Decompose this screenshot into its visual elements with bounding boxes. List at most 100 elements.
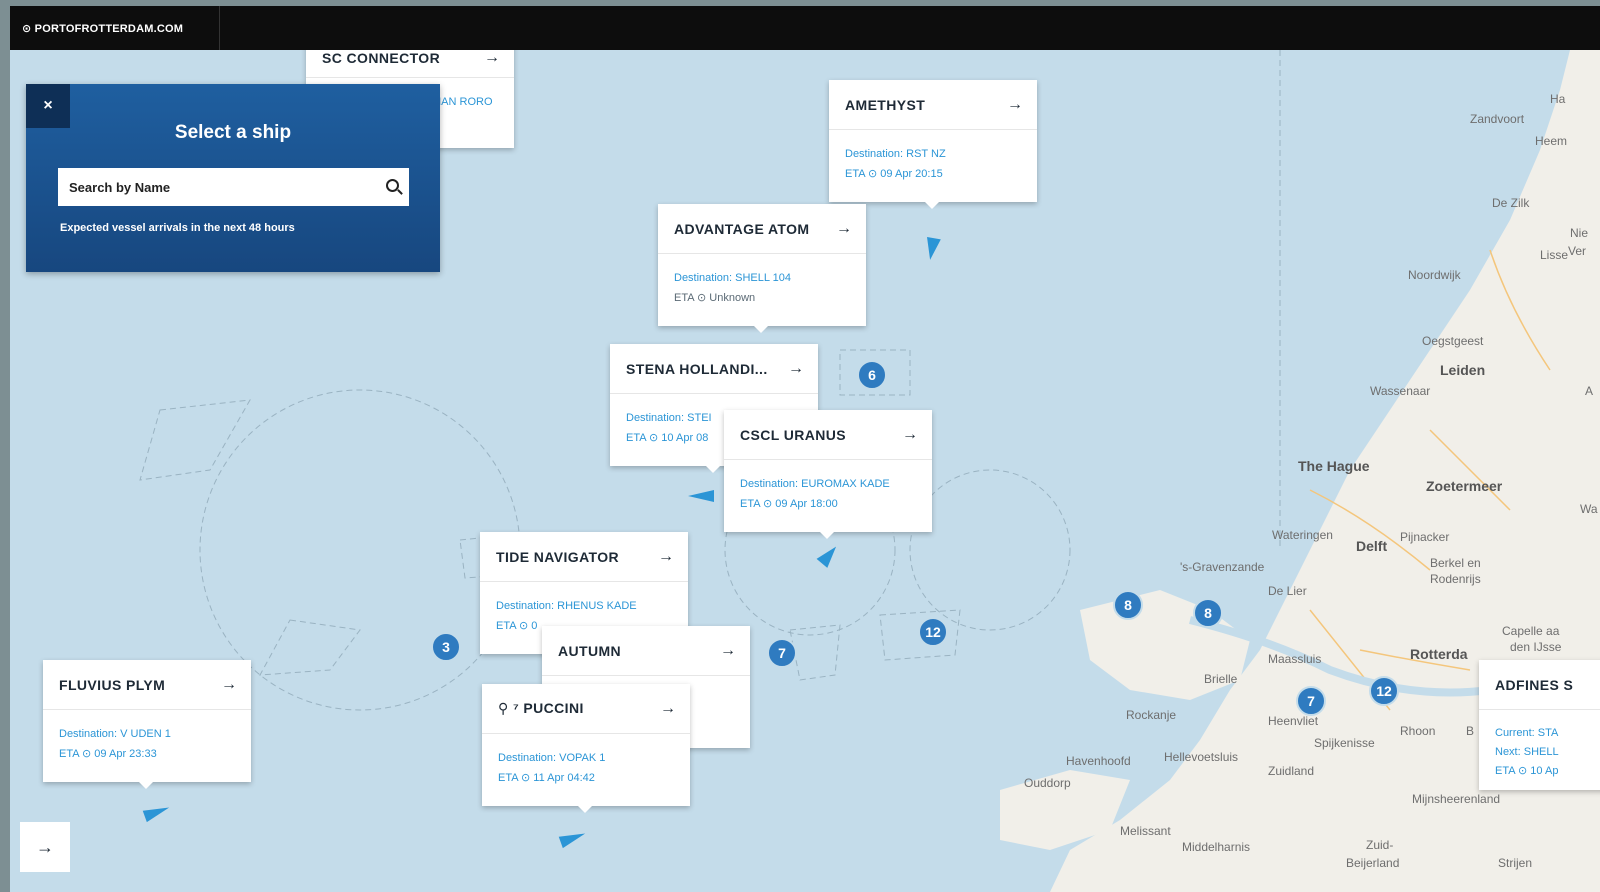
arrow-right-icon[interactable]: → (1007, 96, 1023, 114)
place-label: Ha (1550, 92, 1566, 106)
place-label: Noordwijk (1408, 268, 1461, 282)
ship-current: Current: STA (1495, 727, 1559, 739)
card-pointer (925, 202, 939, 209)
place-label: Lisse (1540, 248, 1569, 262)
search-input[interactable] (69, 179, 369, 195)
place-label: De Zilk (1492, 196, 1530, 210)
expand-button[interactable]: → (20, 822, 70, 872)
ship-name: TIDE NAVIGATOR (496, 548, 620, 565)
place-label: Rhoon (1400, 724, 1436, 738)
place-label: Zandvoort (1470, 112, 1525, 126)
top-bar: ⊙ PORTOFROTTERDAM.COM (10, 6, 1600, 50)
place-label: Heenvliet (1268, 714, 1319, 728)
place-label: Zuid- (1366, 838, 1394, 852)
ship-eta: ETA ⊙ 11 Apr 04:42 (498, 772, 595, 784)
cluster-marker[interactable]: 6 (857, 360, 887, 390)
card-pointer (706, 466, 720, 473)
place-label: Heem (1535, 134, 1568, 148)
search-box[interactable] (58, 168, 409, 206)
place-label: B (1466, 724, 1475, 738)
ship-name: AMETHYST (845, 96, 926, 113)
ship-name: STENA HOLLANDI... (626, 360, 768, 377)
place-label: Maassluis (1268, 652, 1322, 666)
place-label: Rockanje (1126, 708, 1177, 722)
place-label: A (1585, 384, 1594, 398)
arrow-right-icon[interactable]: → (836, 220, 852, 238)
divider (219, 6, 220, 50)
ship-name: ⚲ ⁷ PUCCINI (498, 700, 584, 716)
ship-name: ADVANTAGE ATOM (674, 220, 810, 237)
place-label: Zuidland (1268, 764, 1315, 778)
place-label: Capelle aa (1502, 624, 1560, 638)
arrow-right-icon[interactable]: → (720, 642, 736, 660)
ship-eta: ETA ⊙ 09 Apr 20:15 (845, 168, 943, 180)
ship-name: FLUVIUS PLYM (59, 676, 166, 693)
ship-name: CSCL URANUS (740, 426, 847, 443)
ship-card-cscl-uranus[interactable]: CSCL URANUS → Destination: EUROMAX KADE ET… (724, 410, 932, 539)
cluster-marker[interactable]: 8 (1113, 590, 1143, 620)
arrow-right-icon[interactable]: → (902, 426, 918, 444)
arrow-right-icon[interactable]: → (484, 49, 500, 67)
ship-destination: Destination: RHENUS KADE (496, 600, 637, 612)
search-icon[interactable] (386, 179, 399, 192)
ship-destination: Destination: VOPAK 1 (498, 752, 606, 764)
cluster-marker[interactable]: 7 (767, 638, 797, 668)
ship-destination: Destination: SHELL 104 (674, 272, 791, 284)
ship-marker-icon[interactable] (688, 490, 714, 502)
ship-destination: Destination: V UDEN 1 (59, 728, 171, 740)
arrow-right-icon[interactable]: → (660, 700, 676, 718)
ship-name: AUTUMN (558, 642, 622, 659)
place-label: Ver (1568, 244, 1587, 258)
place-label: 's-Gravenzande (1180, 560, 1265, 574)
place-label: Wassenaar (1370, 384, 1431, 398)
cluster-marker[interactable]: 8 (1193, 598, 1223, 628)
arrow-right-icon[interactable]: → (221, 676, 237, 694)
cluster-marker[interactable]: 3 (431, 632, 461, 662)
place-label: Leiden (1440, 362, 1486, 378)
place-label: Brielle (1204, 672, 1238, 686)
ship-card-amethyst[interactable]: AMETHYST → Destination: RST NZ ETA ⊙ 09 Ap… (829, 80, 1037, 209)
place-label: Oegstgeest (1422, 334, 1484, 348)
card-pointer (139, 782, 153, 789)
ship-card-puccini[interactable]: ⚲ ⁷ PUCCINI → Destination: VOPAK 1 ETA ⊙ 1… (482, 684, 690, 813)
place-label: Wa (1580, 502, 1598, 516)
cluster-marker[interactable]: 12 (918, 617, 948, 647)
arrow-right-icon[interactable]: → (788, 360, 804, 378)
ship-destination: Destination: RST NZ (845, 148, 946, 160)
card-pointer (754, 326, 768, 333)
ship-card-fluvius-plym[interactable]: FLUVIUS PLYM → Destination: V UDEN 1 ETA ⊙… (43, 660, 251, 789)
arrivals-note: Expected vessel arrivals in the next 48 … (60, 222, 295, 234)
card-pointer (820, 532, 834, 539)
ship-eta: ETA ⊙ 09 Apr 18:00 (740, 498, 838, 510)
map-frame: ⊙ PORTOFROTTERDAM.COM Zandvoort Ha Heem … (10, 6, 1600, 892)
place-label: Ouddorp (1024, 776, 1071, 790)
place-label: Spijkenisse (1314, 736, 1375, 750)
ship-destination: Destination: EUROMAX KADE (740, 478, 890, 490)
place-label: Havenhoofd (1066, 754, 1131, 768)
ship-card-advantage-atom[interactable]: ADVANTAGE ATOM → Destination: SHELL 104 ET… (658, 204, 866, 333)
place-label: Rodenrijs (1430, 572, 1481, 586)
place-label: Zoetermeer (1426, 478, 1503, 494)
arrow-right-icon[interactable]: → (658, 548, 674, 566)
place-label: Beijerland (1346, 856, 1400, 870)
place-label: Melissant (1120, 824, 1171, 838)
place-label: Rotterda (1410, 646, 1468, 662)
ship-name: SC CONNECTOR (322, 49, 441, 66)
ship-eta: ETA ⊙ 10 Ap (1495, 765, 1559, 777)
cluster-marker[interactable]: 12 (1369, 676, 1399, 706)
place-label: Middelharnis (1182, 840, 1251, 854)
place-label: De Lier (1268, 584, 1307, 598)
ship-eta: ETA ⊙ 09 Apr 23:33 (59, 748, 157, 760)
card-pointer (578, 806, 592, 813)
ship-card-adfines[interactable]: ADFINES S Current: STA Next: SHELL ETA ⊙ 1… (1479, 660, 1600, 790)
place-label: Strijen (1498, 856, 1533, 870)
place-label: Delft (1356, 538, 1388, 554)
place-label: Pijnacker (1400, 530, 1450, 544)
ship-destination: MAN RORO (432, 96, 493, 108)
brand-link[interactable]: ⊙ PORTOFROTTERDAM.COM (22, 22, 183, 35)
ship-next: Next: SHELL (1495, 746, 1559, 758)
cluster-marker[interactable]: 7 (1296, 686, 1326, 716)
place-label: The Hague (1298, 458, 1370, 474)
place-label: Berkel en (1430, 556, 1481, 570)
place-label: den IJsse (1510, 640, 1562, 654)
